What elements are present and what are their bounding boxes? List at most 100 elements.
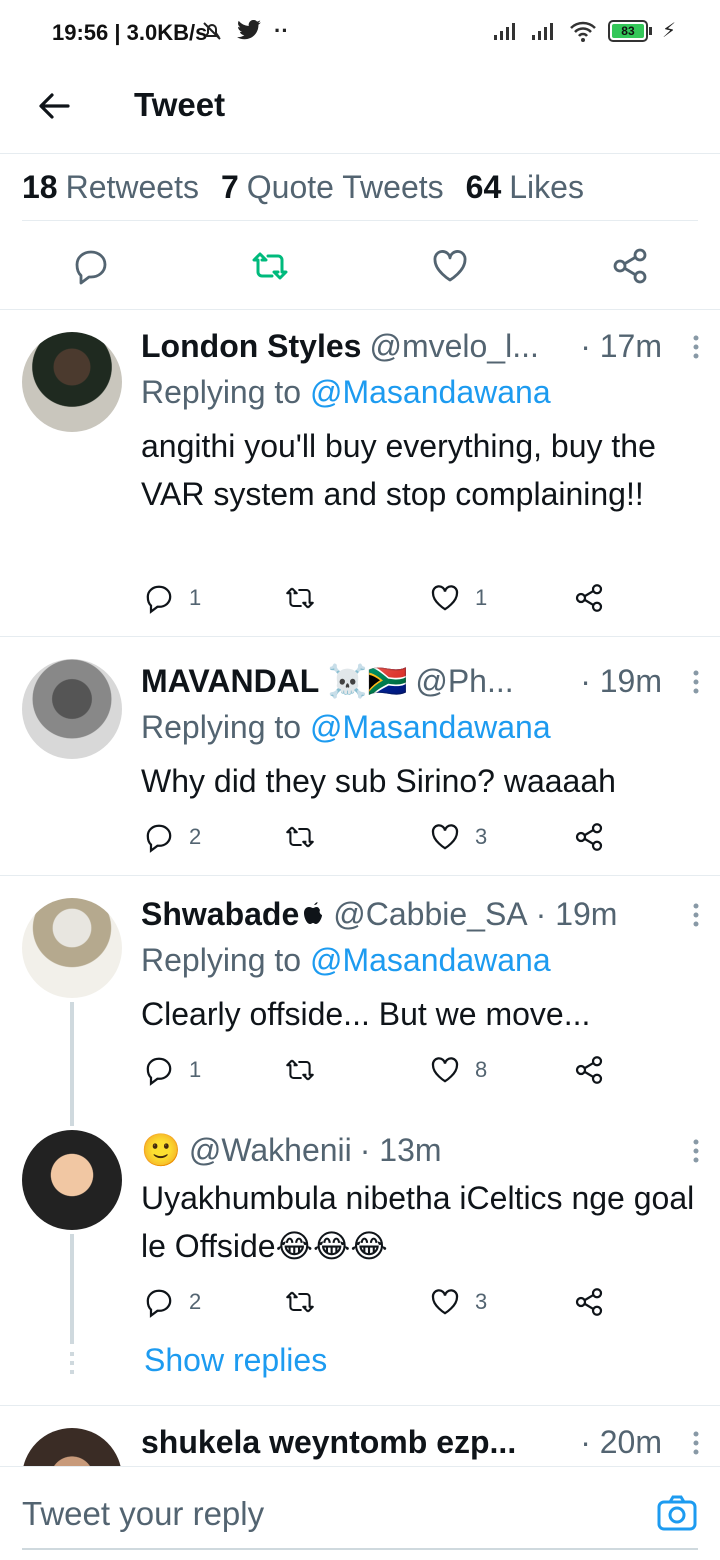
retweet-action[interactable] bbox=[283, 1054, 331, 1086]
author-handle[interactable]: @Ph... bbox=[415, 663, 513, 700]
author-handle[interactable]: @mvelo_l... bbox=[369, 328, 538, 365]
reply-input[interactable]: Tweet your reply bbox=[22, 1495, 264, 1533]
avatar[interactable] bbox=[22, 332, 122, 432]
author-name[interactable]: 🙂 bbox=[141, 1131, 181, 1169]
reply-count: 2 bbox=[189, 1289, 202, 1314]
reply-action[interactable]: 1 bbox=[143, 582, 201, 614]
signal-icon bbox=[493, 22, 515, 40]
reply-composer: Tweet your reply bbox=[0, 1466, 720, 1560]
mention-link[interactable]: @Masandawana bbox=[310, 709, 551, 745]
author-name[interactable]: shukela weyntomb ezp... bbox=[141, 1424, 516, 1461]
overflow-dots-icon: ·· bbox=[274, 18, 289, 43]
show-replies-link[interactable]: Show replies bbox=[144, 1342, 327, 1379]
thread-line bbox=[70, 1108, 74, 1126]
retweet-icon[interactable] bbox=[250, 246, 290, 286]
retweet-action[interactable] bbox=[283, 821, 331, 853]
share-action[interactable] bbox=[573, 1286, 605, 1318]
like-count: 3 bbox=[475, 1289, 488, 1314]
tweet-action-bar bbox=[0, 222, 720, 310]
reply-icon bbox=[146, 585, 172, 614]
tweet-actions: 2 3 bbox=[141, 821, 621, 861]
reply-count: 1 bbox=[189, 585, 202, 610]
like-count: 8 bbox=[475, 1057, 488, 1082]
retweet-icon bbox=[286, 1059, 314, 1081]
avatar[interactable] bbox=[22, 1130, 122, 1230]
reply-action[interactable]: 2 bbox=[143, 1286, 201, 1318]
retweet-action[interactable] bbox=[283, 1286, 331, 1318]
like-icon[interactable] bbox=[430, 246, 470, 286]
reply-icon bbox=[146, 824, 172, 853]
tweet-header: shukela weyntomb ezp... · 20m bbox=[141, 1420, 700, 1464]
thread-line bbox=[70, 1002, 74, 1108]
share-icon bbox=[575, 1056, 603, 1084]
thread-dots bbox=[70, 1352, 74, 1376]
tweet-actions: 1 8 bbox=[141, 1054, 621, 1094]
mention-link[interactable]: @Masandawana bbox=[310, 374, 551, 410]
quote-tweets-stat[interactable]: 7 Quote Tweets bbox=[221, 169, 444, 206]
more-options-icon[interactable] bbox=[692, 1138, 700, 1164]
reply-input-underline bbox=[22, 1548, 698, 1550]
like-icon bbox=[431, 1289, 459, 1315]
author-handle[interactable]: @Cabbie_SA bbox=[333, 896, 527, 933]
reply-action[interactable]: 1 bbox=[143, 1054, 201, 1086]
apple-logo-icon bbox=[304, 902, 323, 924]
retweet-action[interactable] bbox=[283, 582, 331, 614]
like-action[interactable]: 1 bbox=[429, 582, 487, 614]
likes-stat[interactable]: 64 Likes bbox=[466, 169, 584, 206]
share-icon[interactable] bbox=[610, 246, 650, 286]
reply-count: 2 bbox=[189, 824, 202, 849]
top-bar: Tweet bbox=[0, 66, 720, 154]
status-bar: 19:56 | 3.0KB/s ·· 83 ⚡ bbox=[0, 0, 720, 66]
share-action[interactable] bbox=[573, 1054, 605, 1086]
like-action[interactable]: 3 bbox=[429, 1286, 487, 1318]
back-arrow-icon[interactable] bbox=[34, 86, 74, 126]
reply-icon[interactable] bbox=[71, 246, 111, 286]
tweet-text: Clearly offside... But we move... bbox=[141, 996, 591, 1032]
timestamp: · 19m bbox=[535, 895, 618, 932]
replying-to: Replying to @Masandawana bbox=[141, 942, 551, 978]
retweet-icon bbox=[286, 1291, 314, 1313]
reply-icon bbox=[146, 1289, 172, 1318]
tweet-actions: 1 1 bbox=[141, 582, 621, 622]
more-options-icon[interactable] bbox=[692, 669, 700, 695]
signal-icon-2 bbox=[531, 22, 553, 40]
tweet-stats: 18 Retweets 7 Quote Tweets 64 Likes bbox=[22, 155, 698, 221]
like-action[interactable]: 8 bbox=[429, 1054, 487, 1086]
tweet-header: London Styles @mvelo_l... · 17m bbox=[141, 324, 700, 368]
like-icon bbox=[431, 824, 459, 850]
tweet-header: Shwabade @Cabbie_SA · 19m bbox=[141, 892, 700, 936]
tweet-header: 🙂 @Wakhenii · 13m bbox=[141, 1128, 700, 1172]
more-options-icon[interactable] bbox=[692, 1430, 700, 1456]
camera-icon[interactable] bbox=[656, 1493, 698, 1533]
avatar[interactable] bbox=[22, 898, 122, 998]
reply-action[interactable]: 2 bbox=[143, 821, 201, 853]
replying-to: Replying to @Masandawana bbox=[141, 374, 551, 410]
author-name[interactable]: MAVANDAL ☠️🇿🇦 bbox=[141, 662, 407, 700]
timestamp: · 17m bbox=[580, 327, 662, 364]
replying-to: Replying to @Masandawana bbox=[141, 709, 551, 745]
battery-icon: 83 bbox=[607, 19, 652, 42]
avatar[interactable] bbox=[22, 1428, 122, 1466]
thread-line bbox=[70, 1234, 74, 1344]
share-action[interactable] bbox=[573, 582, 605, 614]
avatar[interactable] bbox=[22, 659, 122, 759]
reply-tweet[interactable]: Shwabade @Cabbie_SA · 19m Replying to @M… bbox=[0, 876, 720, 1108]
retweets-stat[interactable]: 18 Retweets bbox=[22, 169, 199, 206]
author-name[interactable]: London Styles bbox=[141, 328, 361, 365]
reply-tweet[interactable]: MAVANDAL ☠️🇿🇦 @Ph... · 19m Replying to @… bbox=[0, 637, 720, 876]
like-action[interactable]: 3 bbox=[429, 821, 487, 853]
reply-icon bbox=[146, 1057, 172, 1086]
author-name[interactable]: Shwabade bbox=[141, 896, 299, 933]
reply-tweet[interactable]: shukela weyntomb ezp... · 20m bbox=[0, 1406, 720, 1466]
share-action[interactable] bbox=[573, 821, 605, 853]
mention-link[interactable]: @Masandawana bbox=[310, 942, 551, 978]
reply-tweet[interactable]: 🙂 @Wakhenii · 13m Uyakhumbula nibetha iC… bbox=[0, 1108, 720, 1406]
retweet-icon bbox=[286, 587, 314, 609]
more-options-icon[interactable] bbox=[692, 334, 700, 360]
status-time: 19:56 | 3.0KB/s bbox=[52, 20, 208, 45]
twitter-bird-icon bbox=[237, 20, 261, 40]
reply-tweet[interactable]: London Styles @mvelo_l... · 17m Replying… bbox=[0, 310, 720, 637]
more-options-icon[interactable] bbox=[692, 902, 700, 928]
share-icon bbox=[575, 584, 603, 612]
author-handle[interactable]: @Wakhenii bbox=[189, 1132, 352, 1169]
